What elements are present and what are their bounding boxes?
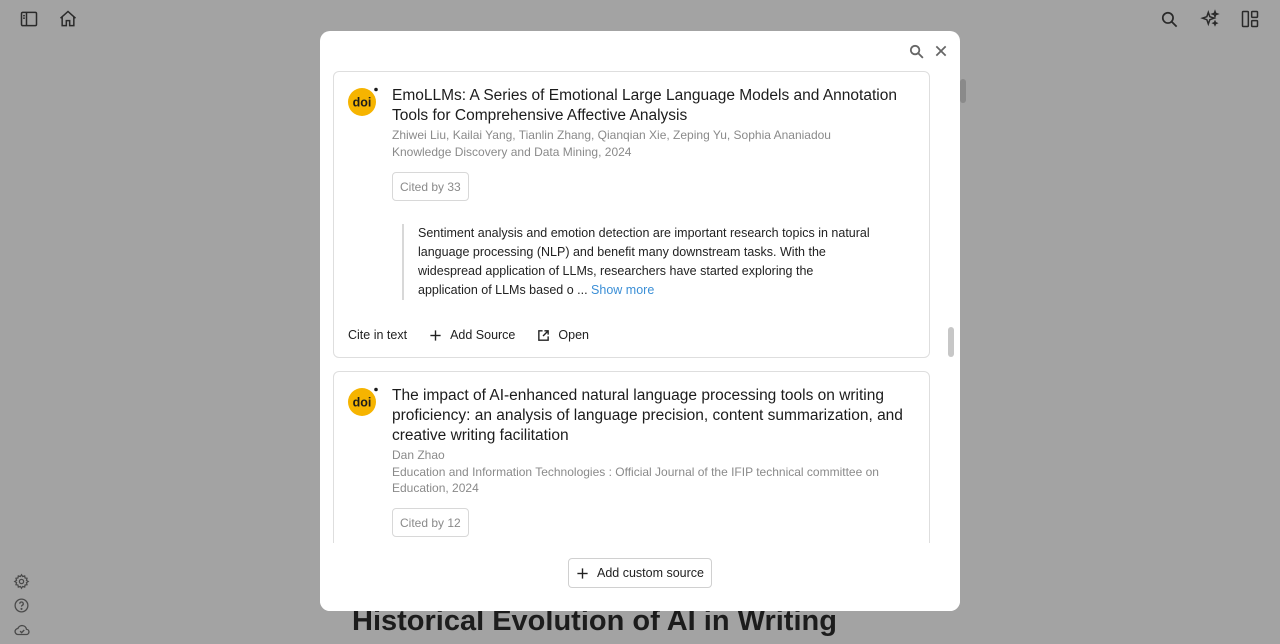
external-link-icon (538, 329, 550, 341)
doi-logo-icon: doi (348, 87, 378, 116)
search-icon[interactable] (906, 41, 926, 61)
modal-scrollbar[interactable] (948, 327, 954, 357)
add-source-label: Add Source (450, 328, 516, 342)
source-card: doi The impact of AI-enhanced natural la… (333, 371, 930, 543)
source-venue: Education and Information Technologies :… (392, 465, 879, 495)
add-custom-source-button[interactable]: Add custom source (568, 558, 712, 588)
show-more-link[interactable]: Show more (591, 283, 654, 297)
plus-icon (577, 567, 588, 579)
add-custom-source-label: Add custom source (597, 566, 704, 580)
source-actions: Cite in text Add Source Open (348, 328, 589, 342)
open-source-button[interactable]: Open (537, 328, 589, 342)
source-title[interactable]: EmoLLMs: A Series of Emotional Large Lan… (392, 86, 917, 126)
plus-icon (430, 329, 441, 341)
source-title[interactable]: The impact of AI-enhanced natural langua… (392, 386, 917, 446)
source-abstract: Sentiment analysis and emotion detection… (402, 224, 872, 300)
sidebar-toggle-icon[interactable] (18, 8, 40, 30)
cited-by-badge[interactable]: Cited by 33 (392, 172, 469, 201)
source-authors: Dan Zhao (392, 448, 445, 462)
open-label: Open (558, 328, 589, 342)
modal-footer: Add custom source (320, 543, 960, 611)
source-card: doi EmoLLMs: A Series of Emotional Large… (333, 71, 930, 358)
cited-by-badge[interactable]: Cited by 12 (392, 508, 469, 537)
svg-text:doi: doi (353, 96, 372, 110)
close-icon[interactable] (931, 41, 951, 61)
doi-logo-icon: doi (348, 387, 378, 416)
cite-in-text-label: Cite in text (348, 328, 408, 342)
source-venue: Knowledge Discovery and Data Mining, 202… (392, 145, 632, 159)
page-scrollbar[interactable] (960, 79, 966, 103)
source-authors: Zhiwei Liu, Kailai Yang, Tianlin Zhang, … (392, 128, 831, 142)
cloud-icon[interactable] (13, 621, 31, 639)
layout-icon[interactable] (1239, 8, 1261, 30)
cite-in-text-button[interactable]: Cite in text (348, 328, 407, 342)
ai-sparkle-icon[interactable] (1199, 8, 1221, 30)
search-icon[interactable] (1158, 8, 1180, 30)
sources-list[interactable]: doi EmoLLMs: A Series of Emotional Large… (320, 71, 960, 543)
settings-icon[interactable] (13, 573, 31, 591)
home-icon[interactable] (57, 8, 79, 30)
add-source-button[interactable]: Add Source (429, 328, 515, 342)
sources-modal: doi EmoLLMs: A Series of Emotional Large… (320, 31, 960, 611)
help-icon[interactable] (13, 597, 31, 615)
svg-text:doi: doi (353, 396, 372, 410)
